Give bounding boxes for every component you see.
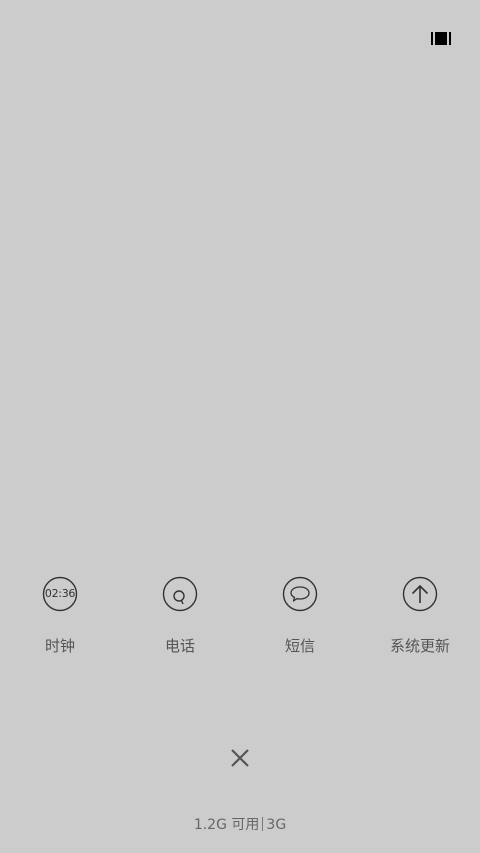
app-label-messages: 短信 bbox=[284, 637, 315, 655]
memory-total: 3G bbox=[266, 817, 287, 833]
app-phone[interactable]: 电话 bbox=[120, 574, 240, 664]
message-icon bbox=[282, 576, 318, 612]
close-icon[interactable] bbox=[228, 746, 252, 770]
app-clock[interactable]: 02:36 时钟 bbox=[0, 574, 120, 664]
app-label-phone: 电话 bbox=[164, 637, 195, 655]
phone-icon bbox=[162, 576, 198, 612]
app-system-update[interactable]: 系统更新 bbox=[360, 574, 480, 664]
app-label-system-update: 系统更新 bbox=[389, 637, 450, 655]
memory-status: 1.2G 可用 3G bbox=[0, 815, 480, 835]
recents-view-icon[interactable] bbox=[431, 31, 451, 46]
memory-available: 1.2G 可用 bbox=[193, 817, 260, 833]
clock-time: 02:36 bbox=[44, 587, 76, 600]
update-arrow-icon bbox=[402, 576, 438, 612]
app-messages[interactable]: 短信 bbox=[240, 574, 360, 664]
memory-separator bbox=[262, 817, 264, 831]
recent-apps-row: 02:36 时钟 电话 短信 系统更新 bbox=[0, 574, 480, 664]
app-label-clock: 时钟 bbox=[44, 637, 75, 655]
